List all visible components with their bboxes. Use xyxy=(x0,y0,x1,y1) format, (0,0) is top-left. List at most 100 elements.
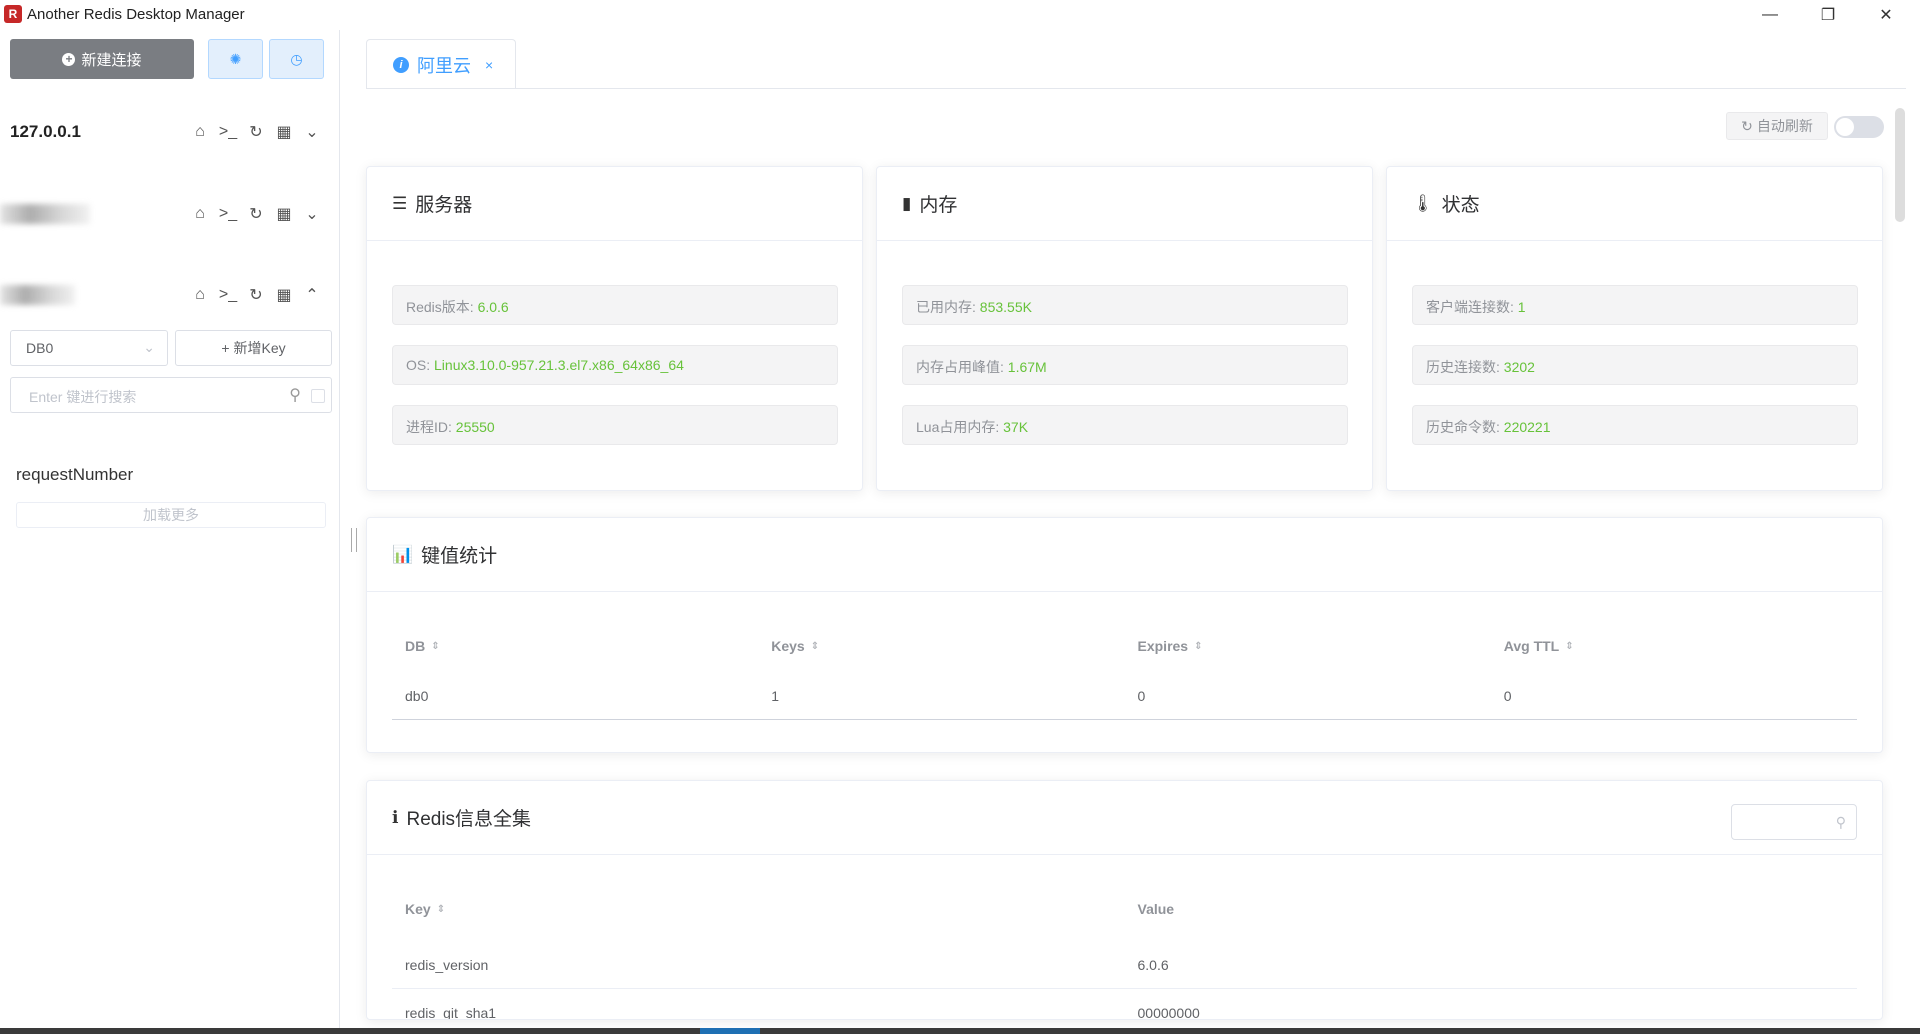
close-tab-icon[interactable]: × xyxy=(485,57,493,73)
server-info-row: OS: Linux3.10.0-957.21.3.el7.x86_64x86_6… xyxy=(392,345,838,385)
info-label: 进程ID: xyxy=(406,419,456,435)
grid-icon[interactable]: ▦ xyxy=(274,122,294,142)
table-cell: db0 xyxy=(405,687,429,704)
close-window-button[interactable]: ✕ xyxy=(1857,0,1915,30)
app-logo-icon: R xyxy=(4,5,22,23)
minimize-button[interactable]: — xyxy=(1741,0,1799,30)
vertical-scrollbar[interactable] xyxy=(1895,108,1905,222)
info-label: Lua占用内存: xyxy=(916,419,1004,435)
sort-icon: ⇕ xyxy=(1194,641,1203,653)
new-connection-button[interactable]: + 新建连接 xyxy=(10,39,194,79)
history-button[interactable]: ◷ xyxy=(269,39,324,79)
gear-icon: ✺ xyxy=(229,50,242,67)
auto-refresh-button[interactable]: ↻ 自动刷新 xyxy=(1726,112,1828,140)
key-stats-card: 📊 键值统计 DB ⇕ Keys ⇕ Expires ⇕ Avg TTL ⇕ db0 1… xyxy=(366,517,1883,753)
redis-info-title: Redis信息全集 xyxy=(406,809,532,830)
grid-icon[interactable]: ▦ xyxy=(274,204,294,224)
status-card: 🌡 状态 客户端连接数: 1 历史连接数: 3202 历史命令数: 220221 xyxy=(1386,166,1883,491)
connection-name-redacted xyxy=(0,204,90,224)
terminal-icon[interactable]: >_ xyxy=(218,123,238,141)
key-stats-title: 键值统计 xyxy=(421,546,498,567)
status-card-title: 状态 xyxy=(1441,195,1480,216)
new-key-button[interactable]: + 新增Key xyxy=(175,330,332,366)
table-row: redis_git_sha1 00000000 xyxy=(392,989,1857,1020)
column-header-db[interactable]: DB ⇕ xyxy=(392,638,758,654)
chevron-down-icon[interactable]: ⌄ xyxy=(302,204,322,224)
table-cell: 0 xyxy=(1137,687,1146,704)
settings-button[interactable]: ✺ xyxy=(208,39,263,79)
column-header-value: Value xyxy=(1137,901,1175,917)
memory-card-title: 内存 xyxy=(919,195,958,216)
plus-icon: + xyxy=(221,340,230,356)
info-label: 历史命令数: xyxy=(1426,419,1504,435)
info-label: 已用内存: xyxy=(916,299,980,315)
db-select-value: DB0 xyxy=(26,340,54,356)
home-icon[interactable]: ⌂ xyxy=(190,286,210,304)
connection-item[interactable]: ⌂ >_ ↻ ▦ ⌄ xyxy=(0,196,330,232)
column-header-keys[interactable]: Keys ⇕ xyxy=(758,638,1124,654)
sort-icon: ⇕ xyxy=(436,904,446,916)
memory-card: ▮ 内存 已用内存: 853.55K 内存占用峰值: 1.67M Lua占用内存… xyxy=(876,166,1373,491)
sort-icon: ⇕ xyxy=(810,641,820,653)
maximize-button[interactable]: ❐ xyxy=(1799,0,1857,30)
grid-icon[interactable]: ▦ xyxy=(274,285,294,305)
key-list-item[interactable]: requestNumber xyxy=(16,465,133,485)
server-info-row: 进程ID: 25550 xyxy=(392,405,838,445)
taskbar-strip xyxy=(0,1028,1920,1034)
terminal-icon[interactable]: >_ xyxy=(218,205,238,223)
sidebar-resize-handle[interactable] xyxy=(351,528,357,552)
column-header-expires[interactable]: Expires ⇕ xyxy=(1125,638,1491,654)
status-info-row: 历史命令数: 220221 xyxy=(1412,405,1858,445)
refresh-icon[interactable]: ↻ xyxy=(246,204,266,224)
tab-aliyun[interactable]: i 阿里云 × xyxy=(366,39,516,89)
memory-info-row: 已用内存: 853.55K xyxy=(902,285,1348,325)
table-cell: redis_version xyxy=(405,956,489,973)
refresh-icon[interactable]: ↻ xyxy=(246,122,266,142)
chevron-down-icon[interactable]: ⌄ xyxy=(302,122,322,142)
column-header-avg-ttl[interactable]: Avg TTL ⇕ xyxy=(1491,638,1857,654)
search-icon[interactable]: ⚲ xyxy=(289,385,301,405)
auto-refresh-toggle[interactable] xyxy=(1834,116,1884,138)
info-circle-icon: ℹ xyxy=(392,807,399,827)
load-more-button[interactable]: 加载更多 xyxy=(16,502,326,528)
info-search-input[interactable]: ⚲ xyxy=(1731,804,1857,840)
home-icon[interactable]: ⌂ xyxy=(190,205,210,223)
tab-label: 阿里云 xyxy=(417,55,471,76)
server-icon: ☰ xyxy=(392,193,408,213)
new-key-label: 新增Key xyxy=(233,340,286,356)
info-value: Linux3.10.0-957.21.3.el7.x86_64x86_64 xyxy=(434,357,684,373)
memory-chip-icon: ▮ xyxy=(902,193,912,213)
auto-refresh-label: 自动刷新 xyxy=(1756,118,1813,134)
refresh-icon: ↻ xyxy=(1741,117,1753,134)
table-cell: 00000000 xyxy=(1137,1004,1200,1020)
column-header-key[interactable]: Key ⇕ xyxy=(392,901,1125,917)
info-value: 1 xyxy=(1517,299,1526,315)
clock-icon: ◷ xyxy=(290,50,303,67)
terminal-icon[interactable]: >_ xyxy=(218,286,238,304)
plus-circle-icon: + xyxy=(62,52,76,66)
connection-name: 127.0.0.1 xyxy=(10,122,81,141)
exact-search-checkbox[interactable] xyxy=(311,389,325,403)
refresh-icon[interactable]: ↻ xyxy=(246,285,266,305)
new-connection-label: 新建连接 xyxy=(81,51,142,69)
table-cell: 1 xyxy=(771,687,780,704)
window-title: Another Redis Desktop Manager xyxy=(27,6,245,23)
info-icon: i xyxy=(393,56,409,73)
info-value: 6.0.6 xyxy=(477,299,509,315)
info-value: 853.55K xyxy=(979,299,1032,315)
connection-item[interactable]: ⌂ >_ ↻ ▦ ⌃ xyxy=(0,277,330,313)
connection-item[interactable]: 127.0.0.1 ⌂ >_ ↻ ▦ ⌄ xyxy=(0,114,330,150)
info-label: OS: xyxy=(406,357,435,373)
info-value: 220221 xyxy=(1503,419,1551,435)
sidebar: + 新建连接 ✺ ◷ 127.0.0.1 ⌂ >_ ↻ ▦ ⌄ ⌂ >_ ↻ ▦… xyxy=(0,30,340,1034)
search-placeholder: Enter 键进行搜索 xyxy=(29,389,137,405)
db-select[interactable]: DB0 ⌄ xyxy=(10,330,168,366)
chevron-up-icon[interactable]: ⌃ xyxy=(302,285,322,305)
title-bar: R Another Redis Desktop Manager — ❐ ✕ xyxy=(0,0,1920,30)
info-value: 3202 xyxy=(1503,359,1535,375)
connection-name-redacted xyxy=(0,285,75,305)
key-search-input[interactable]: Enter 键进行搜索 ⚲ xyxy=(10,377,332,413)
home-icon[interactable]: ⌂ xyxy=(190,123,210,141)
status-info-row: 客户端连接数: 1 xyxy=(1412,285,1858,325)
memory-info-row: 内存占用峰值: 1.67M xyxy=(902,345,1348,385)
